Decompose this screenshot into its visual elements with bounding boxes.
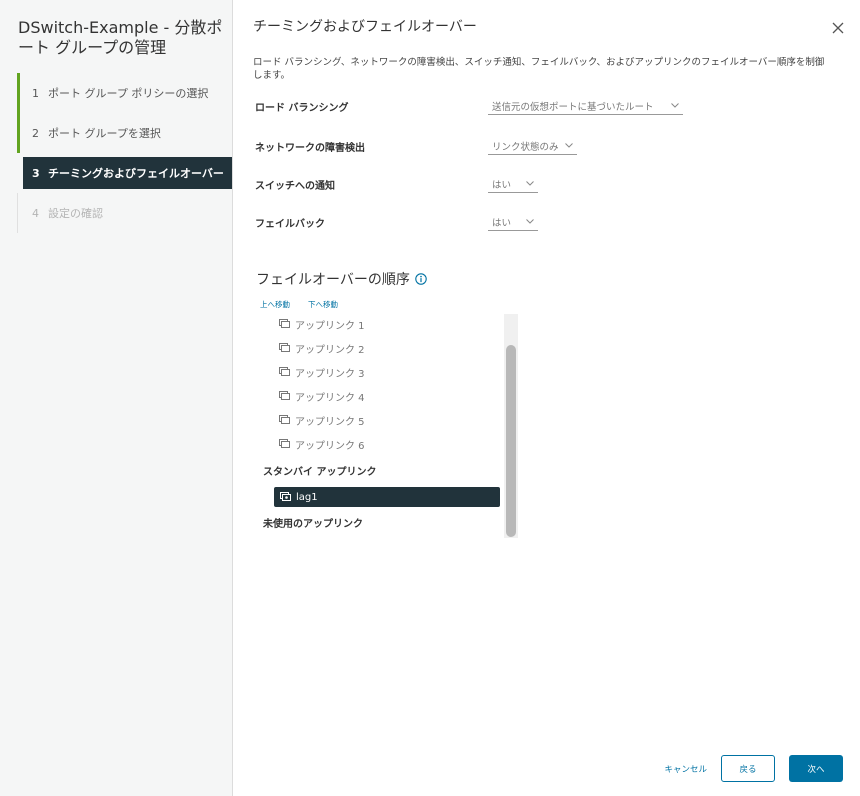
- uplink-label: アップリンク 2: [295, 344, 365, 356]
- uplink-icon: [279, 367, 290, 376]
- list-item[interactable]: アップリンク 2: [279, 338, 365, 358]
- list-item[interactable]: アップリンク 5: [279, 410, 365, 430]
- close-icon[interactable]: [832, 22, 844, 34]
- move-down-link[interactable]: 下へ移動: [308, 299, 338, 310]
- step-review: 4 設定の確認: [17, 193, 232, 233]
- failover-order-list: アップリンク 1 アップリンク 2 アップリンク 3 アップリンク 4 アップリ…: [259, 314, 518, 538]
- load-balancing-value: 送信元の仮想ポートに基づいたルート: [492, 101, 654, 113]
- step-number: 3: [32, 166, 40, 180]
- lag-label: lag1: [296, 491, 318, 503]
- failure-detection-row: ネットワークの障害検出 リンク状態のみ: [255, 136, 577, 156]
- notify-switches-select[interactable]: はい: [488, 175, 538, 193]
- uplink-icon: [279, 391, 290, 400]
- failure-detection-value: リンク状態のみ: [492, 141, 559, 153]
- list-item-selected[interactable]: lag1: [274, 487, 500, 507]
- info-icon[interactable]: [415, 273, 427, 285]
- uplink-icon: [279, 439, 290, 448]
- step-select-port-group[interactable]: 2 ポート グループを選択: [17, 113, 232, 153]
- next-button[interactable]: 次へ: [789, 755, 843, 782]
- step-label: ポート グループ ポリシーの選択: [48, 87, 209, 100]
- list-scrollbar[interactable]: [504, 314, 518, 538]
- uplink-label: アップリンク 5: [295, 416, 365, 428]
- failover-order-title: フェイルオーバーの順序: [256, 269, 427, 289]
- step-teaming-failover[interactable]: 3 チーミングおよびフェイルオーバー: [23, 157, 232, 189]
- uplink-icon: [279, 343, 290, 352]
- load-balancing-select[interactable]: 送信元の仮想ポートに基づいたルート: [488, 97, 683, 115]
- uplink-label: アップリンク 1: [295, 320, 365, 332]
- failure-detection-select[interactable]: リンク状態のみ: [488, 137, 577, 155]
- failback-row: フェイルバック はい: [255, 212, 538, 232]
- failback-select[interactable]: はい: [488, 213, 538, 231]
- uplink-label: アップリンク 6: [295, 440, 365, 452]
- step-select-policy[interactable]: 1 ポート グループ ポリシーの選択: [17, 73, 232, 113]
- uplink-label: アップリンク 4: [295, 392, 365, 404]
- step-number: 2: [32, 126, 39, 140]
- chevron-down-icon: [526, 181, 534, 186]
- list-item[interactable]: アップリンク 3: [279, 362, 365, 382]
- step-label: チーミングおよびフェイルオーバー: [48, 167, 224, 180]
- wizard-content: チーミングおよびフェイルオーバー ロード バランシング、ネットワークの障害検出、…: [233, 0, 860, 796]
- standby-uplinks-header: スタンバイ アップリンク: [263, 467, 377, 478]
- list-item[interactable]: アップリンク 1: [279, 314, 365, 334]
- notify-switches-row: スイッチへの通知 はい: [255, 174, 538, 194]
- chevron-down-icon: [671, 103, 679, 108]
- uplink-icon: [279, 415, 290, 424]
- page-title: チーミングおよびフェイルオーバー: [253, 19, 477, 35]
- step-label: ポート グループを選択: [48, 127, 161, 140]
- page-description: ロード バランシング、ネットワークの障害検出、スイッチ通知、フェイルバック、およ…: [253, 57, 825, 81]
- load-balancing-label: ロード バランシング: [255, 102, 349, 114]
- back-button[interactable]: 戻る: [721, 755, 775, 782]
- scrollbar-thumb[interactable]: [506, 345, 516, 537]
- load-balancing-row: ロード バランシング 送信元の仮想ポートに基づいたルート: [255, 96, 683, 116]
- notify-switches-value: はい: [492, 179, 512, 191]
- step-number: 1: [32, 86, 39, 100]
- unused-uplinks-header: 未使用のアップリンク: [263, 519, 363, 530]
- lag-icon: [280, 492, 291, 501]
- wizard-title: DSwitch-Example - 分散ポート グループの管理: [18, 18, 223, 57]
- failure-detection-label: ネットワークの障害検出: [255, 142, 365, 154]
- chevron-down-icon: [526, 219, 534, 224]
- move-up-link[interactable]: 上へ移動: [260, 299, 290, 310]
- failback-value: はい: [492, 217, 512, 229]
- list-item[interactable]: アップリンク 4: [279, 386, 365, 406]
- notify-switches-label: スイッチへの通知: [255, 180, 335, 192]
- failback-label: フェイルバック: [255, 218, 325, 230]
- uplink-icon: [279, 319, 290, 328]
- step-number: 4: [32, 206, 39, 220]
- move-links: 上へ移動 下へ移動: [260, 299, 338, 310]
- uplink-label: アップリンク 3: [295, 368, 365, 380]
- cancel-button[interactable]: キャンセル: [664, 763, 707, 775]
- list-item[interactable]: アップリンク 6: [279, 434, 365, 454]
- step-label: 設定の確認: [48, 207, 103, 220]
- wizard-footer: キャンセル 戻る 次へ: [664, 755, 843, 782]
- wizard-sidebar: DSwitch-Example - 分散ポート グループの管理 1 ポート グル…: [0, 0, 233, 796]
- chevron-down-icon: [565, 143, 573, 148]
- failover-order-label: フェイルオーバーの順序: [256, 272, 410, 288]
- wizard-steps: 1 ポート グループ ポリシーの選択 2 ポート グループを選択 3 チーミング…: [17, 73, 232, 233]
